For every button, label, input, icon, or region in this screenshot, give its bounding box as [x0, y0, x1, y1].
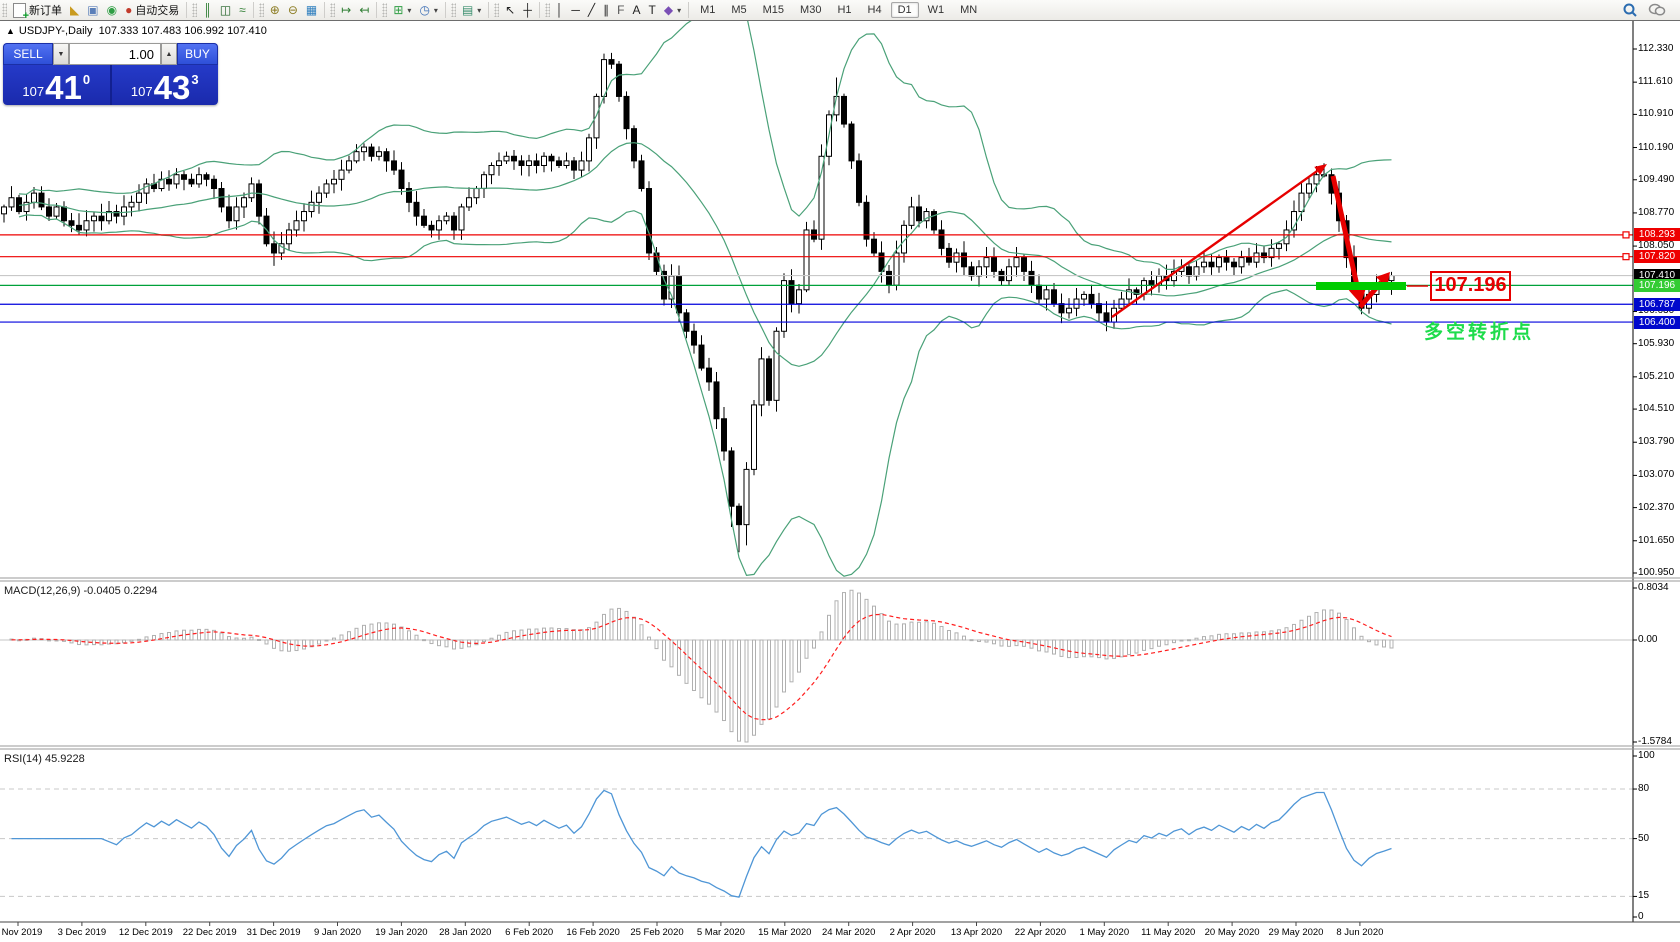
chart-canvas — [0, 21, 1680, 926]
candles-layer — [1, 52, 1395, 553]
support-highlight-bar[interactable] — [1316, 282, 1406, 290]
price-label-106.400: 106.400 — [1634, 315, 1680, 329]
turning-point-note[interactable]: 多空转折点 — [1424, 317, 1534, 344]
pane-separator[interactable] — [0, 577, 1680, 582]
volume-decrease-button[interactable]: ▼ — [53, 43, 69, 65]
hline-handle[interactable] — [1622, 253, 1630, 261]
price-label-107.820: 107.820 — [1634, 250, 1680, 264]
ohlc-readout: 107.333 107.483 106.992 107.410 — [98, 25, 267, 37]
bollinger-middle — [18, 142, 1392, 367]
macd-histogram — [9, 589, 1394, 743]
price-callout-box[interactable]: 107.196 — [1430, 271, 1511, 301]
macd-signal-line — [11, 613, 1392, 721]
symbol-marker-icon: ▲ — [6, 26, 15, 36]
mt4-window: + 新订单 ◣ ▣ ◉ ● 自动交易 ║ ◫ ≈ ⊕ ⊖ ▦ ↦ ↤ ⊞ ▾ ◷ ▾ ▤ ▾ ↖ ┼ │ ─ ╱ ∥ F A T ◆ ▾ M1 M… — [0, 0, 1680, 942]
hline-handle[interactable] — [1622, 231, 1630, 239]
rsi-label: RSI(14) 45.9228 — [4, 753, 85, 765]
volume-increase-button[interactable]: ▲ — [161, 43, 177, 65]
buy-price-figure: 107 — [130, 84, 153, 99]
chart-info-line: ▲ USDJPY-,Daily 107.333 107.483 106.992 1… — [6, 25, 267, 37]
sell-price-figure: 107 — [22, 84, 45, 99]
price-label-108.293: 108.293 — [1634, 228, 1680, 242]
sell-price-point: 0 — [82, 72, 91, 87]
price-label-107.196: 107.196 — [1634, 278, 1680, 292]
buy-price-pips: 43 — [153, 69, 191, 105]
pane-separator[interactable] — [0, 745, 1680, 750]
rsi-pane — [0, 788, 1633, 898]
sell-price[interactable]: 107 41 0 — [3, 65, 112, 105]
volume-input[interactable]: 1.00 — [69, 43, 161, 65]
symbol-title: USDJPY-,Daily — [18, 25, 93, 37]
bollinger-upper — [18, 21, 1392, 270]
macd-pane — [0, 589, 1633, 743]
price-label-106.787: 106.787 — [1634, 297, 1680, 311]
buy-price[interactable]: 107 43 3 — [112, 65, 219, 105]
buy-button[interactable]: BUY — [177, 43, 218, 65]
buy-price-point: 3 — [191, 72, 199, 87]
macd-label: MACD(12,26,9) -0.0405 0.2294 — [4, 585, 158, 597]
main-chart-pane — [0, 21, 1633, 577]
rsi-line — [11, 789, 1392, 898]
sell-button[interactable]: SELL — [3, 43, 53, 65]
sell-price-pips: 41 — [45, 69, 82, 105]
one-click-trade-panel: SELL ▼ 1.00 ▲ BUY 107 41 0 107 43 3 — [3, 43, 218, 105]
